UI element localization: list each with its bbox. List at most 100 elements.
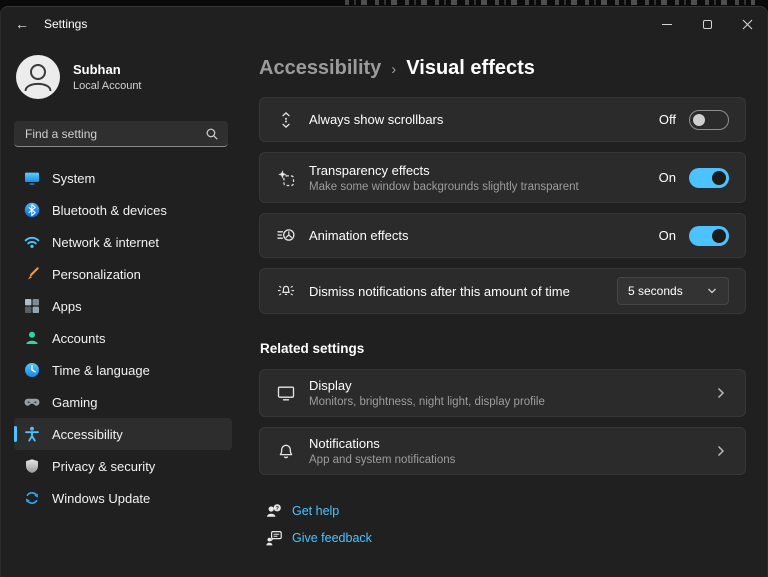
main-content: Accessibility › Visual effects Always sh… (247, 41, 767, 577)
close-icon (742, 19, 752, 29)
get-help-link[interactable]: ? Get help (266, 503, 746, 519)
close-button[interactable] (727, 7, 767, 41)
toggle-knob (693, 113, 705, 126)
setting-dismiss-notifications: Dismiss notifications after this amount … (259, 268, 746, 314)
give-feedback-icon (266, 531, 282, 546)
toggle-knob (712, 228, 726, 243)
sidebar-item-label: Accessibility (52, 426, 123, 442)
transparency-icon (278, 169, 295, 186)
sidebar-item-accounts[interactable]: Accounts (14, 322, 232, 354)
sidebar-item-personalization[interactable]: Personalization (14, 258, 232, 290)
apps-icon (25, 299, 39, 313)
sidebar-item-gaming[interactable]: Gaming (14, 386, 232, 418)
toggle-state-label: On (658, 170, 676, 185)
breadcrumb: Accessibility › Visual effects (259, 57, 746, 80)
sidebar-item-label: Windows Update (52, 490, 151, 506)
sidebar-item-apps[interactable]: Apps (14, 290, 232, 322)
sidebar-item-network[interactable]: Network & internet (14, 226, 232, 258)
avatar (16, 55, 60, 99)
get-help-icon: ? (267, 504, 281, 517)
search-box[interactable] (14, 121, 228, 147)
sidebar-item-privacy[interactable]: Privacy & security (14, 450, 232, 482)
user-account-type: Local Account (73, 80, 142, 92)
background-window-remnant (345, 0, 755, 5)
search-input[interactable] (16, 126, 205, 141)
toggle-state-label: On (658, 228, 676, 243)
setting-title: Always show scrollbars (309, 112, 444, 127)
network-icon (24, 236, 40, 248)
related-settings-header: Related settings (260, 341, 365, 356)
page-title: Visual effects (406, 57, 535, 79)
dismiss-notifications-icon (277, 285, 295, 296)
give-feedback-link[interactable]: Give feedback (266, 530, 746, 546)
back-button[interactable]: ← (7, 9, 37, 39)
chevron-right-icon (717, 387, 725, 399)
minimize-button[interactable] (647, 7, 687, 41)
settings-list: Always show scrollbars Off Transparency … (259, 97, 746, 546)
sidebar-item-windows-update[interactable]: Windows Update (14, 482, 232, 514)
breadcrumb-parent[interactable]: Accessibility (259, 57, 381, 80)
setting-always-show-scrollbars: Always show scrollbars Off (259, 97, 746, 142)
sidebar-item-label: Network & internet (52, 234, 159, 250)
system-icon (25, 172, 39, 185)
breadcrumb-separator-icon: › (391, 61, 397, 78)
sidebar-item-label: Bluetooth & devices (52, 202, 167, 218)
sidebar-item-label: System (52, 170, 96, 186)
selected-indicator (14, 426, 17, 442)
scrollbars-icon (282, 111, 290, 128)
animation-icon (277, 228, 295, 241)
user-name: Subhan (73, 62, 121, 77)
accounts-icon (26, 331, 38, 344)
bluetooth-icon (24, 202, 40, 218)
toggle-knob (712, 170, 726, 185)
related-item-subtitle: App and system notifications (309, 454, 456, 466)
toggle-state-label: Off (658, 112, 676, 127)
maximize-button[interactable] (687, 7, 727, 41)
titlebar: ← Settings (1, 7, 767, 41)
animation-toggle[interactable] (689, 225, 729, 246)
person-icon (24, 64, 52, 92)
link-label: Get help (292, 504, 340, 518)
sidebar-item-accessibility[interactable]: Accessibility (14, 418, 232, 450)
privacy-icon (26, 459, 38, 473)
sidebar: Subhan Local Account Find a setting Syst… (1, 41, 247, 577)
help-links: ? Get help Give feedback (259, 503, 746, 546)
sidebar-item-bluetooth[interactable]: Bluetooth & devices (14, 194, 232, 226)
settings-window: ← Settings Subhan Local Account Find a s… (0, 6, 768, 577)
accessibility-icon (25, 426, 39, 442)
svg-text:?: ? (275, 506, 279, 512)
setting-animation-effects: Animation effects On (259, 213, 746, 258)
chevron-right-icon (717, 445, 725, 457)
sidebar-nav: System Bluetooth & devices Network & int… (14, 162, 247, 514)
setting-title: Animation effects (309, 228, 409, 243)
dismiss-time-dropdown[interactable]: 5 seconds (617, 277, 729, 305)
notifications-icon (279, 444, 293, 459)
display-icon (277, 386, 295, 401)
related-item-title: Notifications (309, 436, 380, 451)
sidebar-item-label: Accounts (52, 330, 106, 346)
transparency-toggle[interactable] (689, 167, 729, 188)
user-account[interactable]: Subhan Local Account (16, 55, 247, 99)
sidebar-item-system[interactable]: System (14, 162, 232, 194)
window-title: Settings (44, 17, 88, 31)
minimize-icon (662, 23, 672, 25)
sidebar-item-label: Personalization (52, 266, 141, 282)
window-controls (647, 7, 767, 41)
setting-title: Dismiss notifications after this amount … (309, 283, 570, 299)
dropdown-value: 5 seconds (628, 284, 683, 298)
sidebar-item-label: Gaming (52, 394, 98, 410)
setting-title: Transparency effects (309, 162, 430, 178)
sidebar-item-time-language[interactable]: Time & language (14, 354, 232, 386)
chevron-down-icon (708, 288, 716, 294)
time-language-icon (25, 363, 39, 377)
related-notifications-link[interactable]: Notifications App and system notificatio… (259, 427, 746, 475)
gaming-icon (24, 398, 40, 406)
sidebar-item-label: Time & language (52, 362, 150, 378)
search-icon (206, 128, 218, 140)
maximize-icon (702, 19, 712, 29)
setting-subtitle: Make some window backgrounds slightly tr… (309, 180, 579, 193)
scrollbars-toggle[interactable] (689, 109, 729, 130)
related-item-title: Display (309, 378, 352, 393)
setting-transparency-effects: Transparency effects Make some window ba… (259, 152, 746, 203)
related-display-link[interactable]: Display Monitors, brightness, night ligh… (259, 369, 746, 417)
